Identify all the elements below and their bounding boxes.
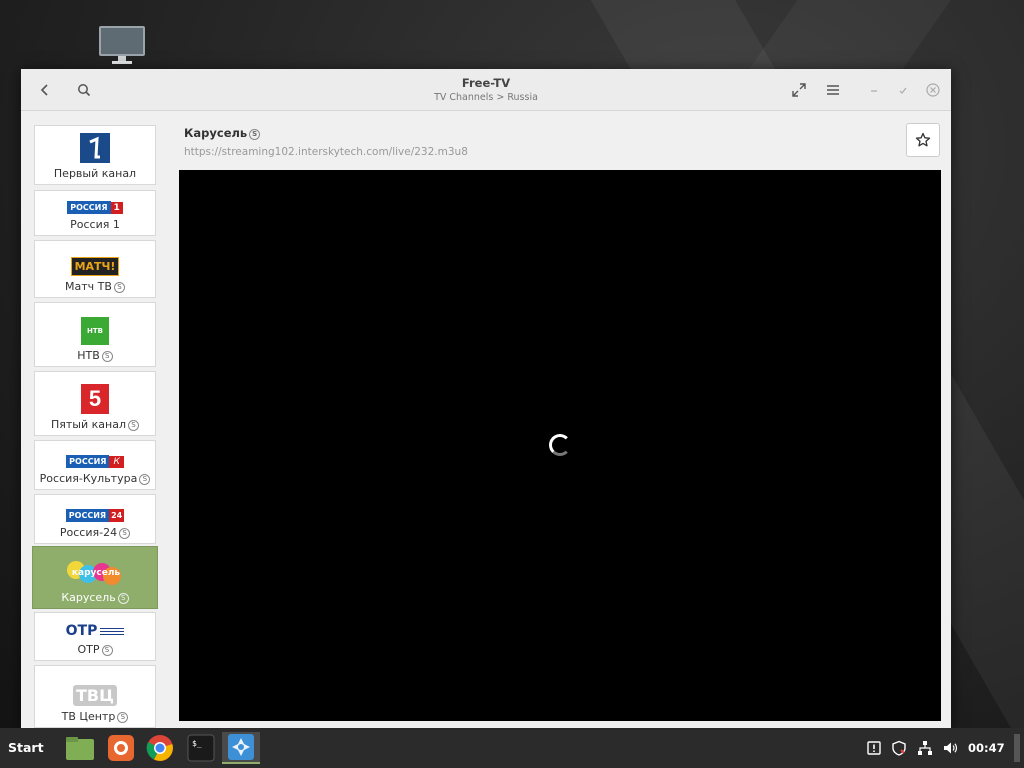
maximize-button[interactable] <box>895 82 911 98</box>
channel-item[interactable]: Первый канал <box>34 125 156 185</box>
close-icon <box>926 83 940 97</box>
stream-mark-icon: S <box>117 592 129 604</box>
volume-icon[interactable] <box>941 739 959 757</box>
channel-item-selected[interactable]: карусель Карусель S <box>32 546 158 609</box>
chevron-left-icon <box>40 84 48 96</box>
video-player[interactable] <box>179 170 941 721</box>
clock[interactable]: 00:47 <box>968 741 1005 755</box>
channel-name: Пятый канал S <box>51 418 139 431</box>
back-button[interactable] <box>30 75 60 105</box>
channel-logo-perviy <box>80 133 110 163</box>
channel-item[interactable]: РОССИЯ 24 Россия-24 S <box>34 494 156 544</box>
window-subtitle: TV Channels > Russia <box>434 92 538 103</box>
svg-text:$_: $_ <box>192 739 202 748</box>
stream-mark-icon: S <box>127 419 139 431</box>
channel-name: Матч ТВ S <box>65 280 125 293</box>
taskbar: Start $_ 00:47 <box>0 728 1024 768</box>
channel-item[interactable]: 5 Пятый канал S <box>34 371 156 436</box>
search-icon <box>78 84 91 97</box>
stream-mark-icon: S <box>119 527 131 539</box>
shield-icon[interactable] <box>890 739 908 757</box>
minimize-icon <box>871 90 877 92</box>
stream-mark-icon: S <box>101 350 113 362</box>
channel-name: Карусель S <box>61 591 129 604</box>
channel-name: Россия 1 <box>70 218 120 231</box>
channel-item[interactable]: ОТР ОТР S <box>34 612 156 661</box>
channel-logo-rossiya-1: РОССИЯ 1 <box>67 201 123 214</box>
stream-mark-icon: S <box>113 281 125 293</box>
channel-logo-rossiya-k: РОССИЯ К <box>66 455 124 468</box>
chrome-icon[interactable] <box>144 732 176 764</box>
close-button[interactable] <box>925 82 941 98</box>
channel-logo-ntv: НТВ <box>81 317 109 345</box>
stream-mark-icon: S <box>249 128 261 140</box>
channel-title: Карусель S <box>184 126 261 140</box>
search-button[interactable] <box>69 75 99 105</box>
minimize-button[interactable] <box>866 82 882 98</box>
hamburger-icon <box>827 85 839 95</box>
window-title: Free-TV <box>461 76 511 90</box>
start-button[interactable]: Start <box>8 740 44 755</box>
free-tv-window: Free-TV TV Channels > Russia Первый кана… <box>21 69 951 728</box>
channel-logo-match: МАТЧ! <box>70 257 120 276</box>
channel-name: НТВ S <box>77 349 113 362</box>
network-icon[interactable] <box>916 739 934 757</box>
computer-icon[interactable] <box>99 26 145 68</box>
stream-mark-icon: S <box>139 473 151 485</box>
channel-logo-5: 5 <box>81 384 109 414</box>
firefox-icon[interactable] <box>105 732 137 764</box>
titlebar: Free-TV TV Channels > Russia <box>21 69 951 111</box>
loading-spinner-icon <box>549 434 571 456</box>
channel-name: ОТР S <box>77 643 113 656</box>
fullscreen-button[interactable] <box>784 75 814 105</box>
channel-list[interactable]: Первый канал РОССИЯ 1 Россия 1 МАТЧ! Матч… <box>21 112 169 728</box>
channel-logo-otr: ОТР <box>66 623 125 639</box>
stream-url: https://streaming102.interskytech.com/li… <box>184 146 468 158</box>
title-area: Free-TV TV Channels > Russia <box>321 76 651 103</box>
channel-name: Первый канал <box>53 167 137 180</box>
channel-item[interactable]: НТВ НТВ S <box>34 302 156 367</box>
show-desktop-button[interactable] <box>1014 734 1020 762</box>
channel-name: ТВ Центр S <box>62 710 129 723</box>
menu-button[interactable] <box>818 75 848 105</box>
channel-item[interactable]: РОССИЯ К Россия-Культура S <box>34 440 156 490</box>
channel-name: Россия-24 S <box>60 526 131 539</box>
stream-mark-icon: S <box>101 644 113 656</box>
maximize-icon <box>899 87 907 94</box>
channel-item[interactable]: МАТЧ! Матч ТВ S <box>34 240 156 298</box>
channel-name: Россия-Культура S <box>40 472 151 485</box>
favorite-button[interactable] <box>906 123 940 157</box>
terminal-icon[interactable]: $_ <box>185 732 217 764</box>
channel-logo-rossiya-24: РОССИЯ 24 <box>65 509 125 522</box>
stream-mark-icon: S <box>117 711 129 723</box>
channel-item[interactable]: ТВЦ ТВ Центр S <box>34 665 156 728</box>
expand-icon <box>792 83 806 97</box>
channel-logo-tvc: ТВЦ <box>73 685 117 706</box>
channel-item[interactable]: РОССИЯ 1 Россия 1 <box>34 190 156 236</box>
files-icon[interactable] <box>64 732 96 764</box>
freetv-icon[interactable] <box>222 732 260 764</box>
channel-logo-karusel: карусель <box>65 559 125 587</box>
update-icon[interactable] <box>865 739 883 757</box>
star-icon <box>915 132 931 147</box>
